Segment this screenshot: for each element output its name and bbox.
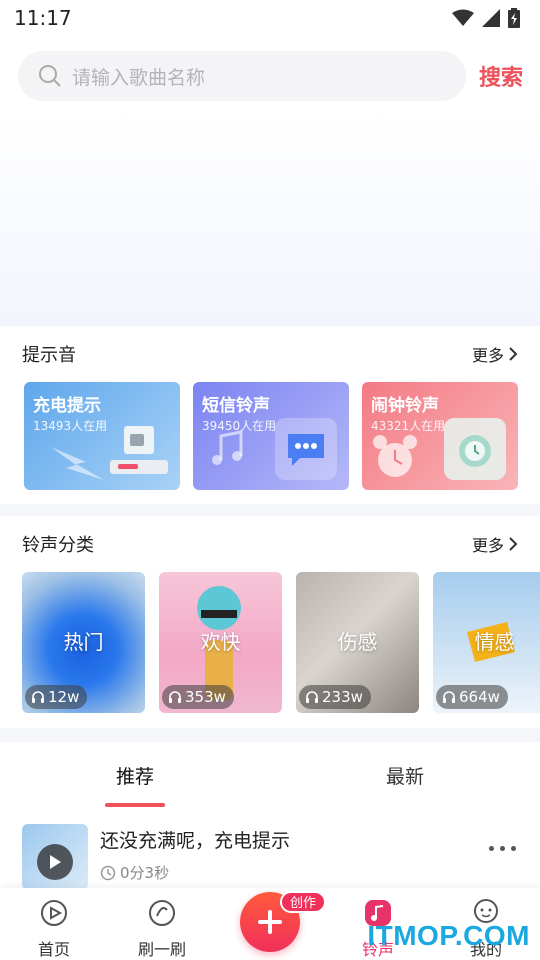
search-row: 请输入歌曲名称 搜索 [18,51,528,101]
tone-card-title: 短信铃声 [202,396,270,416]
category-label: 伤感 [337,630,378,654]
phone-charger-icon [110,426,168,474]
category-count-badge: 353w [162,685,234,709]
category-label: 欢快 [200,630,241,654]
category-count: 233w [322,688,363,706]
chat-bubble-icon [275,418,337,480]
category-count: 353w [185,688,226,706]
play-icon [50,855,61,869]
category-count-badge: 233w [299,685,371,709]
song-title: 还没充满呢，充电提示 [100,830,291,852]
tone-card-sms[interactable]: 短信铃声 39450人在用 [193,382,349,490]
category-more-link[interactable]: 更多 [472,532,518,556]
search-icon [39,65,61,87]
tone-card-alarm[interactable]: 闹钟铃声 43321人在用 [362,382,518,490]
category-card-happy[interactable]: 欢快 353w [159,572,282,713]
tab-latest-label: 最新 [385,766,424,788]
tones-section-title: 提示音 [22,345,76,366]
plus-icon [258,910,282,934]
status-icons [452,8,520,28]
category-card-sad[interactable]: 伤感 233w [296,572,419,713]
tone-card-charging[interactable]: 充电提示 13493人在用 [24,382,180,490]
category-section-title: 铃声分类 [22,535,94,556]
bear-clock-icon [373,435,417,477]
more-options-icon[interactable] [489,846,516,851]
headphones-icon [306,691,318,703]
tab-recommend-label: 推荐 [115,766,154,788]
signal-icon [482,9,500,27]
create-badge: 创作 [280,891,327,913]
search-button[interactable]: 搜索 [479,60,523,92]
tab-active-indicator [105,803,165,807]
battery-icon [508,8,520,28]
search-placeholder: 请输入歌曲名称 [72,66,206,89]
headphones-icon [32,691,44,703]
swipe-icon [149,900,175,926]
tones-more-link[interactable]: 更多 [472,342,518,366]
tones-more-label: 更多 [471,346,504,365]
category-count: 664w [459,688,500,706]
song-thumbnail [22,824,88,890]
nav-swipe[interactable]: 刷一刷 [122,898,202,960]
nav-home-label: 首页 [37,940,70,959]
watermark: ITMOP.COM [367,920,530,951]
tones-section: 提示音 更多 充电提示 13493人在用 短信铃声 39450人在用 闹钟铃声 … [0,326,540,504]
chevron-right-icon [509,347,518,361]
banner-area[interactable] [0,110,540,326]
lightning-icon [51,447,104,480]
category-card-hot[interactable]: 热门 12w [22,572,145,713]
category-card-emotion[interactable]: 情感 664w [433,572,540,713]
song-duration: 0分3秒 [120,864,170,882]
status-bar: 11:17 [0,0,540,36]
search-input[interactable]: 请输入歌曲名称 [18,51,466,101]
music-note-icon [212,430,243,465]
tone-card-title: 闹钟铃声 [371,396,439,416]
headphones-icon [443,691,455,703]
play-button[interactable] [37,844,73,880]
tab-latest[interactable]: 最新 [270,744,540,808]
section-divider [0,504,540,516]
section-divider [0,728,540,742]
category-label: 热门 [63,630,104,654]
category-count-badge: 664w [436,685,508,709]
song-tabs: 推荐 最新 [0,744,540,808]
category-count: 12w [48,688,80,706]
category-section: 铃声分类 更多 热门 12w 欢快 353w 伤感 233w 情感 664w [0,516,540,728]
category-count-badge: 12w [25,685,88,709]
tab-recommend[interactable]: 推荐 [0,744,270,808]
category-more-label: 更多 [471,536,504,555]
nav-home[interactable]: 首页 [14,898,94,960]
clock-icon [100,865,116,880]
home-play-icon [41,900,67,926]
headphones-icon [169,691,181,703]
category-label: 情感 [474,630,515,654]
tone-card-title: 充电提示 [33,396,101,416]
song-list-item[interactable]: 还没充满呢，充电提示 0分3秒 [0,818,540,890]
alarm-clock-icon [444,418,506,480]
wifi-icon [452,9,474,26]
chevron-right-icon [509,537,518,551]
status-time: 11:17 [14,6,72,30]
song-duration-row: 0分3秒 [100,862,169,883]
nav-swipe-label: 刷一刷 [137,940,186,959]
